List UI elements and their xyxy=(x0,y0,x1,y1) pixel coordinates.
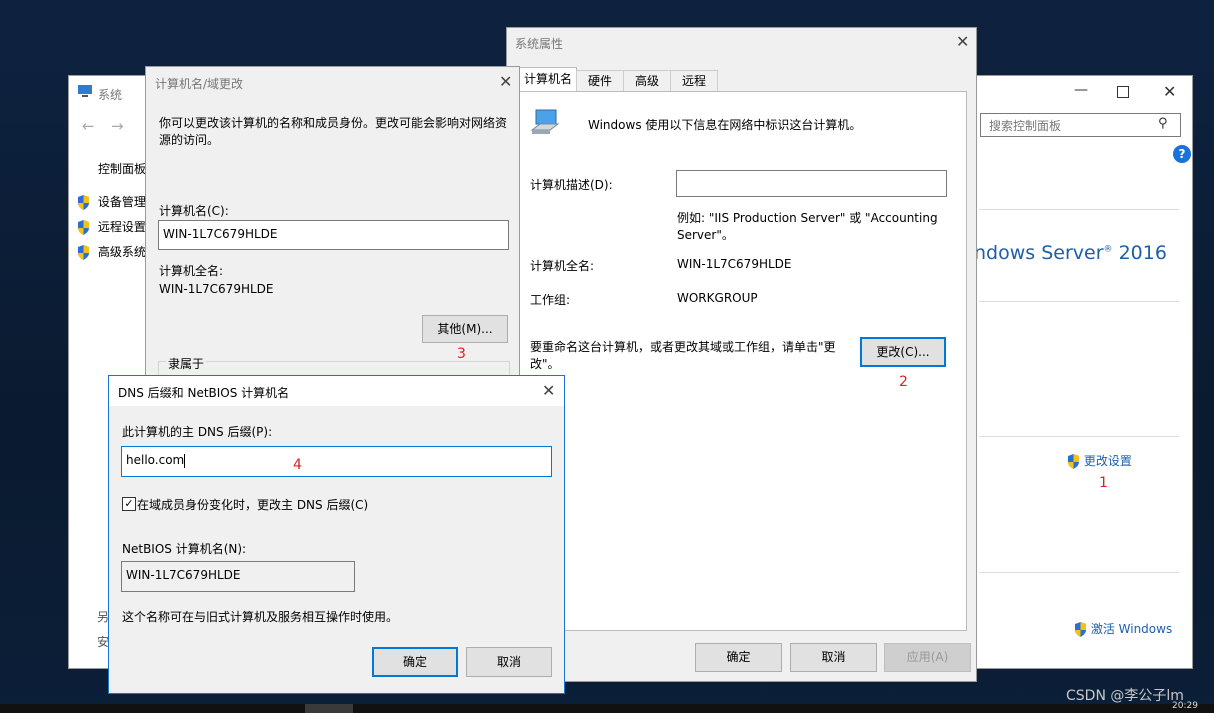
checkbox-label: 在域成员身份变化时，更改主 DNS 后缀(C) xyxy=(137,498,369,512)
rename-text-2: 改"。 xyxy=(530,357,560,371)
shield-icon xyxy=(77,195,90,210)
netbios-name-field[interactable]: WIN-1L7C679HLDE xyxy=(121,561,355,592)
maximize-icon[interactable] xyxy=(1117,86,1129,98)
close-icon[interactable]: ✕ xyxy=(1163,82,1176,101)
sidebar-item-label: 远程设置 xyxy=(97,220,146,234)
tab-remote[interactable]: 远程 xyxy=(670,70,718,91)
windows-server-brand: ndows Server® 2016 xyxy=(974,242,1167,264)
brand-version: 2016 xyxy=(1118,242,1167,264)
netbios-label: NetBIOS 计算机名(N): xyxy=(122,542,247,556)
control-panel-search-input[interactable]: 搜索控制面板 xyxy=(980,113,1181,137)
rename-text: 要重命名这台计算机，或者更改其域或工作组，请单击"更 xyxy=(530,340,836,354)
brand-text: ndows Server xyxy=(974,242,1104,264)
computer-name-changes-dialog: 计算机名/域更改 ✕ 你可以更改该计算机的名称和成员身份。更改可能会影响对网络资… xyxy=(145,66,520,396)
member-of-label: 隶属于 xyxy=(166,355,207,372)
system-properties-dialog: 系统属性 ✕ 计算机名 硬件 高级 远程 Windows 使用以下信息在网络中标… xyxy=(506,27,977,682)
annotation-4: 4 xyxy=(293,457,302,473)
shield-icon xyxy=(77,245,90,260)
full-name-value: WIN-1L7C679HLDE xyxy=(677,257,792,271)
shield-icon xyxy=(77,220,90,235)
sidebar-item-advanced-system[interactable]: 高级系统 xyxy=(77,243,146,260)
sidebar-item-device-manager[interactable]: 设备管理 xyxy=(77,193,146,210)
cancel-button[interactable]: 取消 xyxy=(790,643,877,672)
apply-button[interactable]: 应用(A) xyxy=(884,643,971,672)
annotation-3: 3 xyxy=(457,346,466,362)
help-icon[interactable]: ? xyxy=(1173,145,1191,163)
csdn-watermark: CSDN @李公子lm xyxy=(1066,688,1184,704)
tab-computer-name[interactable]: 计算机名 xyxy=(519,67,577,92)
divider xyxy=(979,572,1179,573)
netbios-note: 这个名称可在与旧式计算机及服务相互操作时使用。 xyxy=(122,610,399,624)
computer-name-label: 计算机名(C): xyxy=(159,204,229,218)
ok-button[interactable]: 确定 xyxy=(372,647,458,677)
full-name-label: 计算机全名: xyxy=(530,259,595,273)
sidebar-item-label: 设备管理 xyxy=(97,195,146,209)
dns-suffix-label: 此计算机的主 DNS 后缀(P): xyxy=(122,425,273,439)
search-placeholder: 搜索控制面板 xyxy=(989,119,1062,133)
taskbar-item[interactable] xyxy=(305,704,353,713)
divider xyxy=(979,436,1179,437)
intro-text: Windows 使用以下信息在网络中标识这台计算机。 xyxy=(588,118,862,132)
sidebar-home-link[interactable]: 控制面板 xyxy=(98,160,146,177)
tab-label: 硬件 xyxy=(587,74,612,88)
annotation-1: 1 xyxy=(1099,475,1108,491)
sidebar-item-remote-settings[interactable]: 远程设置 xyxy=(77,218,146,235)
workgroup-value: WORKGROUP xyxy=(677,291,758,305)
dns-suffix-dialog: DNS 后缀和 NetBIOS 计算机名 ✕ 此计算机的主 DNS 后缀(P):… xyxy=(108,375,565,694)
tab-label: 高级 xyxy=(634,74,659,88)
change-settings-link[interactable]: 更改设置 xyxy=(1067,452,1132,469)
dialog-title: 计算机名/域更改 xyxy=(155,77,244,91)
ok-button[interactable]: 确定 xyxy=(695,643,782,672)
back-arrow-icon[interactable]: ← xyxy=(82,117,95,135)
sidebar-item-label: 高级系统 xyxy=(97,245,146,259)
tab-advanced[interactable]: 高级 xyxy=(623,70,671,91)
computer-description-input[interactable] xyxy=(676,170,947,197)
computer-name-input[interactable]: WIN-1L7C679HLDE xyxy=(158,220,509,250)
computer-icon xyxy=(530,108,562,141)
shield-icon xyxy=(1067,454,1080,469)
full-name-label: 计算机全名: xyxy=(159,264,224,278)
change-button[interactable]: 更改(C)... xyxy=(860,337,946,367)
example-text: 例如: "IIS Production Server" 或 "Accountin… xyxy=(677,211,938,225)
activate-windows-link[interactable]: 激活 Windows xyxy=(1074,620,1172,637)
close-icon[interactable]: ✕ xyxy=(499,74,512,90)
tab-label: 远程 xyxy=(681,74,706,88)
computer-description-label: 计算机描述(D): xyxy=(530,178,613,192)
workgroup-label: 工作组: xyxy=(530,293,571,307)
cancel-button[interactable]: 取消 xyxy=(466,647,552,677)
full-name-value: WIN-1L7C679HLDE xyxy=(159,282,274,296)
text-cursor xyxy=(184,453,186,468)
divider xyxy=(979,301,1179,302)
dialog-title: 系统属性 xyxy=(515,37,564,51)
intro-text-2: 源的访问。 xyxy=(159,133,220,147)
minimize-icon[interactable]: — xyxy=(1074,82,1088,98)
shield-icon xyxy=(1074,622,1087,637)
divider xyxy=(979,209,1179,210)
tab-label: 计算机名 xyxy=(523,72,572,86)
system-window-icon xyxy=(77,84,93,101)
dns-suffix-value: hello.com xyxy=(126,453,185,467)
search-icon[interactable]: ⚲ xyxy=(1158,116,1168,131)
close-icon[interactable]: ✕ xyxy=(542,383,555,399)
more-button[interactable]: 其他(M)... xyxy=(422,315,508,343)
example-text-2: Server"。 xyxy=(677,228,734,242)
change-dns-suffix-checkbox[interactable]: ✓ xyxy=(122,497,136,511)
activate-label: 激活 Windows xyxy=(1090,622,1173,636)
forward-arrow-icon[interactable]: → xyxy=(111,117,124,135)
taskbar: 20:29 xyxy=(0,702,1214,713)
close-icon[interactable]: ✕ xyxy=(956,34,969,50)
dns-suffix-input[interactable]: hello.com xyxy=(121,446,552,477)
intro-text: 你可以更改该计算机的名称和成员身份。更改可能会影响对网络资 xyxy=(159,116,508,130)
system-window-title: 系统 xyxy=(98,88,123,102)
tab-hardware[interactable]: 硬件 xyxy=(576,70,624,91)
dialog-title: DNS 后缀和 NetBIOS 计算机名 xyxy=(118,386,290,400)
change-settings-label: 更改设置 xyxy=(1083,454,1132,468)
annotation-2: 2 xyxy=(899,374,908,390)
